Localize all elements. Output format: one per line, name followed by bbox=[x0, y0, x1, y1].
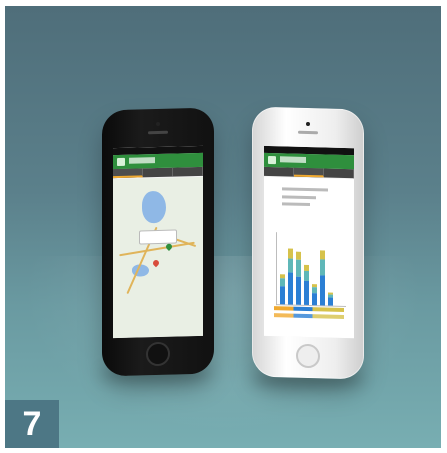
chart-bar bbox=[320, 250, 325, 306]
app-header bbox=[113, 152, 203, 170]
chart-bar bbox=[312, 284, 317, 306]
app-header bbox=[264, 152, 354, 170]
map-info-popup bbox=[139, 229, 177, 245]
speaker-grille bbox=[148, 130, 168, 135]
background-floor-glow bbox=[5, 256, 441, 446]
app-title-graphic bbox=[129, 157, 155, 164]
tab-graph bbox=[294, 167, 324, 178]
tab-map bbox=[264, 166, 294, 177]
speaker-grille bbox=[298, 130, 318, 135]
chart-legend-row bbox=[274, 306, 344, 312]
chart-bar bbox=[280, 274, 285, 305]
photo-frame: 7 bbox=[5, 6, 441, 448]
app-logo-icon bbox=[117, 157, 125, 167]
chart-screen bbox=[264, 145, 354, 339]
tab-map bbox=[113, 168, 143, 179]
map-screen bbox=[113, 145, 203, 339]
tab-graph bbox=[143, 167, 173, 178]
chart-bar bbox=[296, 251, 301, 305]
chart-bar bbox=[304, 264, 309, 306]
chart-bar bbox=[328, 292, 333, 306]
chart-bar bbox=[288, 248, 293, 305]
map-lake-large bbox=[142, 190, 166, 224]
white-smartphone bbox=[252, 106, 364, 380]
home-button bbox=[296, 343, 320, 369]
stacked-bar-chart bbox=[276, 232, 346, 307]
camera-icon bbox=[306, 121, 310, 127]
chart-legend-row bbox=[274, 313, 344, 319]
camera-icon bbox=[156, 121, 160, 127]
chart-view bbox=[264, 176, 354, 339]
figure-number-badge: 7 bbox=[5, 400, 59, 448]
black-smartphone bbox=[102, 107, 214, 377]
tab-list bbox=[173, 166, 203, 177]
app-title-graphic bbox=[280, 156, 306, 163]
chart-subtitle-line bbox=[282, 195, 316, 200]
tab-list bbox=[324, 168, 354, 179]
figure-number: 7 bbox=[22, 405, 42, 443]
map-pin-icon bbox=[164, 242, 174, 251]
chart-caption-line bbox=[282, 202, 310, 207]
app-logo-icon bbox=[268, 155, 276, 165]
chart-title-line bbox=[282, 187, 328, 192]
home-button bbox=[146, 341, 170, 367]
map-pin-icon bbox=[151, 258, 161, 268]
map-view bbox=[113, 176, 203, 339]
